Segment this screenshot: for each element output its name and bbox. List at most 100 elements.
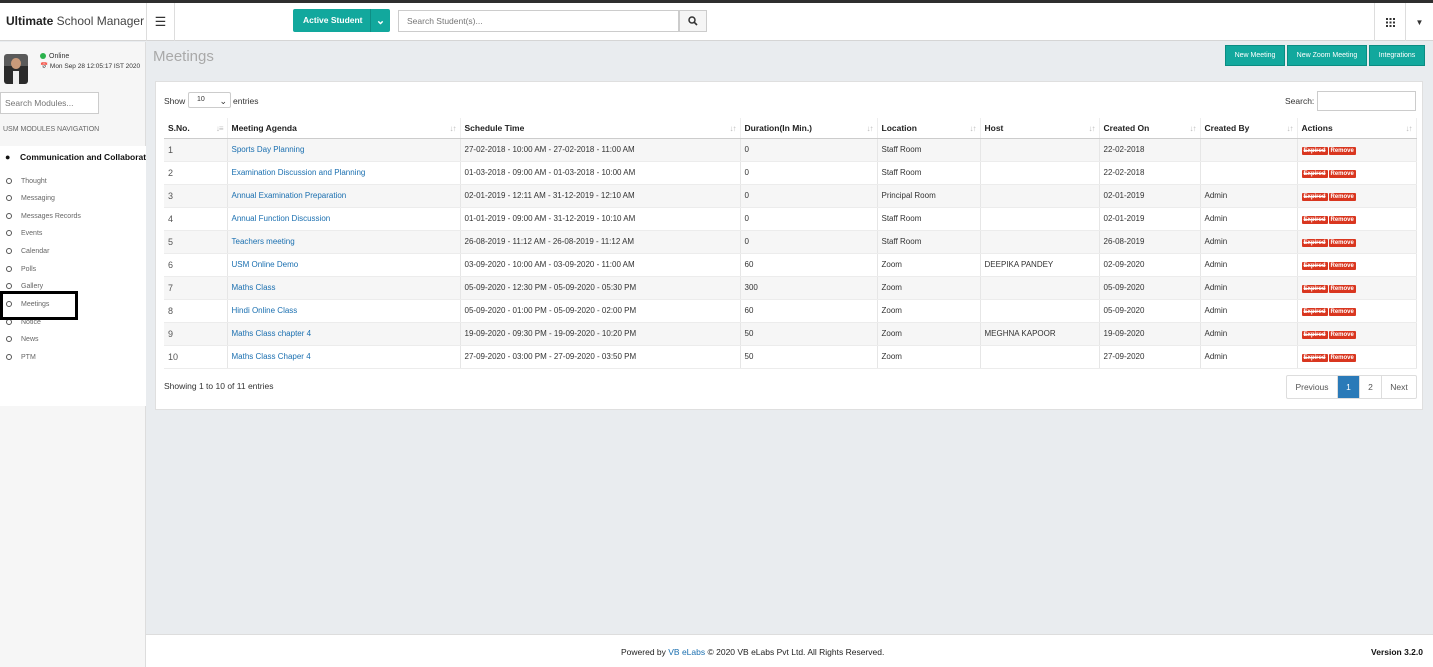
col-created-by[interactable]: Created By ↓↑ [1200,118,1298,139]
caret-down-icon[interactable]: ▼ [1405,3,1433,41]
remove-button[interactable]: Remove [1328,169,1356,178]
cell-location: Zoom [877,276,981,300]
col-agenda[interactable]: Meeting Agenda ↓↑ [227,118,461,139]
vb-elabs-link[interactable]: VB eLabs [668,647,705,657]
circle-icon [6,354,12,360]
entries-length-select[interactable]: 10 ⌄ [188,92,231,108]
sidebar-item-calendar[interactable]: Calendar [6,245,49,257]
online-dot-icon [40,53,46,60]
module-search-input[interactable] [0,92,99,114]
expired-badge: Expired [1301,307,1328,316]
active-student-select[interactable]: Active Student ⌄ [293,9,390,32]
cell-location: Staff Room [877,161,981,185]
circle-icon [6,336,12,342]
cell-host [980,161,1100,185]
cell-actions: Expired Remove [1297,230,1417,254]
table-row: 4 Annual Function Discussion 01-01-2019 … [164,207,1417,231]
next-button[interactable]: Next [1382,376,1416,398]
cell-duration: 0 [740,207,878,231]
cell-sno: 10 [164,345,228,369]
search-icon[interactable] [679,10,707,32]
module-header[interactable]: ● Communication and Collaborat [5,152,146,162]
col-duration[interactable]: Duration(In Min.) ↓↑ [740,118,878,139]
sort-icon: ↓↑ [1286,124,1294,133]
agenda-link[interactable]: USM Online Demo [232,260,299,269]
cell-created-by [1200,161,1298,185]
table-row: 7 Maths Class 05-09-2020 - 12:30 PM - 05… [164,276,1417,300]
agenda-link[interactable]: Annual Examination Preparation [232,191,347,200]
col-schedule[interactable]: Schedule Time ↓↑ [460,118,741,139]
hamburger-icon[interactable]: ☰ [146,3,175,41]
integrations-button[interactable]: Integrations [1369,45,1425,66]
col-sno[interactable]: S.No. ↓≡ [164,118,228,139]
cell-agenda: Annual Function Discussion [227,207,461,231]
cell-schedule: 27-02-2018 - 10:00 AM - 27-02-2018 - 11:… [460,138,741,162]
cell-created-on: 02-01-2019 [1099,184,1201,208]
agenda-link[interactable]: Maths Class [232,283,276,292]
cell-created-by: Admin [1200,276,1298,300]
avatar[interactable] [4,54,28,84]
sidebar-item-polls[interactable]: Polls [6,263,36,275]
remove-button[interactable]: Remove [1328,238,1356,247]
cell-location: Principal Room [877,184,981,208]
cell-agenda: Annual Examination Preparation [227,184,461,208]
grid-icon[interactable] [1374,3,1405,41]
remove-button[interactable]: Remove [1328,146,1356,155]
remove-button[interactable]: Remove [1328,261,1356,270]
expired-badge: Expired [1301,146,1328,155]
cell-created-on: 19-09-2020 [1099,322,1201,346]
module-menu: ● Communication and Collaborat Thought Me… [0,146,146,406]
cell-created-on: 27-09-2020 [1099,345,1201,369]
page-2-button[interactable]: 2 [1360,376,1382,398]
col-actions[interactable]: Actions ↓↑ [1297,118,1417,139]
cell-host: DEEPIKA PANDEY [980,253,1100,277]
cell-actions: Expired Remove [1297,345,1417,369]
sidebar-item-events[interactable]: Events [6,227,42,239]
remove-button[interactable]: Remove [1328,330,1356,339]
sidebar-item-thought[interactable]: Thought [6,175,47,187]
sort-icon: ↓↑ [1405,124,1413,133]
cell-schedule: 05-09-2020 - 12:30 PM - 05-09-2020 - 05:… [460,276,741,300]
sidebar-item-messaging[interactable]: Messaging [6,192,55,204]
meetings-panel: Show 10 ⌄ entries Search: S.No. ↓≡ Meeting… [155,81,1423,410]
new-meeting-button[interactable]: New Meeting [1225,45,1285,66]
table-search-input[interactable] [1317,91,1416,111]
cell-actions: Expired Remove [1297,276,1417,300]
col-created-on[interactable]: Created On ↓↑ [1099,118,1201,139]
agenda-link[interactable]: Hindi Online Class [232,306,298,315]
sidebar-item-messages-records[interactable]: Messages Records [6,210,81,222]
cell-sno: 3 [164,184,228,208]
remove-button[interactable]: Remove [1328,192,1356,201]
cell-actions: Expired Remove [1297,207,1417,231]
agenda-link[interactable]: Sports Day Planning [232,145,305,154]
pagination: Previous 1 2 Next [1286,375,1417,399]
agenda-link[interactable]: Examination Discussion and Planning [232,168,366,177]
agenda-link[interactable]: Annual Function Discussion [232,214,331,223]
expired-badge: Expired [1301,353,1328,362]
page-1-button[interactable]: 1 [1338,376,1360,398]
col-host[interactable]: Host ↓↑ [980,118,1100,139]
agenda-link[interactable]: Teachers meeting [232,237,295,246]
cell-created-by: Admin [1200,230,1298,254]
agenda-link[interactable]: Maths Class chapter 4 [232,329,312,338]
remove-button[interactable]: Remove [1328,284,1356,293]
previous-button[interactable]: Previous [1287,376,1338,398]
cell-duration: 50 [740,322,878,346]
new-zoom-meeting-button[interactable]: New Zoom Meeting [1287,45,1367,66]
cell-schedule: 19-09-2020 - 09:30 PM - 19-09-2020 - 10:… [460,322,741,346]
remove-button[interactable]: Remove [1328,353,1356,362]
col-location[interactable]: Location ↓↑ [877,118,981,139]
remove-button[interactable]: Remove [1328,215,1356,224]
cell-location: Zoom [877,299,981,323]
sidebar-item-ptm[interactable]: PTM [6,351,36,363]
remove-button[interactable]: Remove [1328,307,1356,316]
student-search-input[interactable] [398,10,679,32]
sort-asc-icon: ↓≡ [215,124,224,133]
sidebar-item-news[interactable]: News [6,333,39,345]
app-brand[interactable]: Ultimate School Manager [6,14,144,28]
expired-badge: Expired [1301,215,1328,224]
agenda-link[interactable]: Maths Class Chaper 4 [232,352,311,361]
cell-created-on: 02-01-2019 [1099,207,1201,231]
cell-sno: 4 [164,207,228,231]
cell-agenda: Teachers meeting [227,230,461,254]
